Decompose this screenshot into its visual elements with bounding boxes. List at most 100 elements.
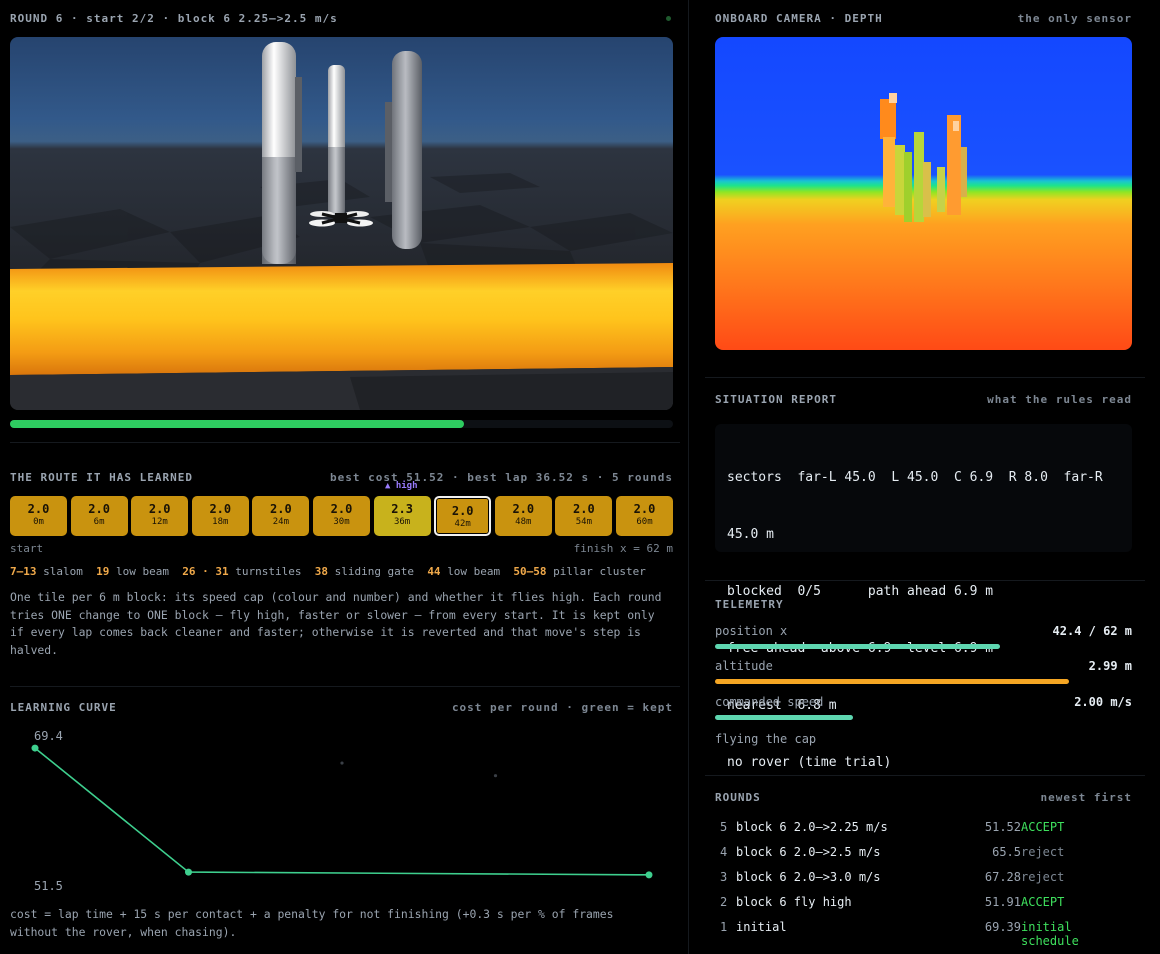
position-value: 42.4 / 62 m: [1052, 624, 1132, 638]
description-line: One tile per 6 m block: its speed cap (c…: [10, 590, 662, 604]
route-stats: best cost 51.52 · best lap 36.52 s · 5 r…: [329, 471, 673, 484]
tile-distance: 54m: [575, 517, 593, 527]
round-change: block 6 2.0–>2.25 m/s: [736, 820, 888, 834]
round-result: reject: [1021, 870, 1065, 884]
flight-status: flying the cap: [715, 732, 817, 746]
status-dot: [666, 16, 671, 21]
obstacle-range: 38: [314, 565, 328, 578]
round-number: 3: [720, 870, 728, 884]
tile-speed: 2.0: [633, 502, 656, 516]
obstacle-name: low beam: [447, 565, 501, 578]
tile-speed: 2.0: [270, 502, 292, 516]
position-bar: [715, 644, 1001, 649]
situation-report: sectors far-L 45.0 L 45.0 C 6.9 R 8.0 fa…: [715, 424, 1132, 770]
rounds-subtitle: newest first: [1040, 791, 1132, 804]
tile-distance: 6m: [93, 517, 105, 527]
tile-distance: 30m: [333, 517, 350, 527]
depth-render: [880, 93, 967, 222]
round-cost: 69.39: [984, 920, 1021, 934]
route-tile[interactable]: 2.0 42m: [434, 496, 492, 536]
route-tiles: 2.0 0m 2.0 6m 2.0 12m 2.0 18m 2.0 24m 2.0 30m 2.3 36m…: [10, 496, 673, 536]
round-row[interactable]: 2 block 6 fly high 51.91 ACCEPT: [715, 895, 1132, 915]
route-tile[interactable]: 2.0 0m: [10, 496, 67, 536]
tile-speed: 2.0: [330, 502, 353, 516]
obstacle-name: slalom: [43, 565, 83, 578]
tile-distance: 48m: [515, 517, 532, 527]
simulation-view[interactable]: [10, 37, 673, 410]
obstacle-name: pillar cluster: [553, 565, 646, 578]
tile-speed: 2.3: [391, 502, 413, 516]
tile-speed: 2.0: [88, 502, 110, 516]
obstacle-name: sliding gate: [334, 565, 415, 578]
round-row[interactable]: 3 block 6 2.0–>3.0 m/s 67.28 reject: [715, 870, 1132, 890]
route-tile[interactable]: 2.0 12m: [131, 496, 189, 536]
round-number: 5: [720, 820, 728, 834]
obstacle-legend: 7–13 slalom 19 low beam 26 · 31 turnstil…: [10, 565, 646, 578]
kept-point: [645, 871, 653, 879]
camera-title: ONBOARD CAMERA · DEPTH: [715, 12, 883, 25]
curve-footer: cost = lap time + 15 s per contact + a p…: [10, 906, 680, 941]
obstacle-range: 50–58: [513, 565, 547, 578]
description-line: tries ONE change to ONE block — fly high…: [10, 607, 655, 622]
route-tile[interactable]: 2.0 48m: [494, 496, 552, 536]
route-description: One tile per 6 m block: its speed cap (c…: [10, 589, 680, 659]
learning-curve-chart: [31, 744, 653, 879]
round-row[interactable]: 4 block 6 2.0–>2.5 m/s 65.5 reject: [715, 845, 1132, 865]
obstacle-range: 44: [427, 565, 441, 578]
footer-line: without the rover, when chasing).: [10, 924, 237, 939]
tile-speed: 2.0: [148, 502, 171, 516]
speed-bar: [715, 715, 853, 720]
round-cost: 67.28: [984, 870, 1021, 884]
route-tile[interactable]: 2.0 6m: [70, 496, 128, 536]
tile-speed: 2.0: [27, 502, 50, 516]
round-row[interactable]: 1 initial 69.39 initial schedule: [715, 920, 1132, 948]
obstacle-range: 26 · 31: [182, 565, 229, 578]
round-row[interactable]: 5 block 6 2.0–>2.25 m/s 51.52 ACCEPT: [715, 820, 1132, 840]
round-cost: 51.91: [984, 895, 1021, 909]
speed-value: 2.00 m/s: [1074, 695, 1132, 709]
high-tag: ▲ high: [385, 481, 418, 491]
kept-point: [31, 744, 39, 752]
situation-line: 45.0 m: [727, 527, 774, 542]
lap-progress-fill: [10, 420, 465, 428]
tile-distance: 24m: [272, 517, 290, 527]
obstacle-range: 7–13: [10, 565, 37, 578]
curve-subtitle: cost per round · green = kept: [451, 701, 673, 714]
description-line: if every lap comes back cleaner and fast…: [10, 625, 641, 639]
round-result: reject: [1021, 845, 1065, 859]
route-tile[interactable]: 2.0 54m: [555, 496, 613, 536]
tile-distance: 42m: [454, 519, 471, 529]
rounds-title: ROUNDS: [715, 791, 761, 804]
altitude-bar: [715, 679, 1070, 684]
tile-distance: 36m: [393, 517, 411, 527]
round-number: 1: [720, 920, 728, 934]
route-tile[interactable]: 2.0 30m: [313, 496, 370, 536]
footer-line: cost = lap time + 15 s per contact + a p…: [10, 907, 614, 921]
route-tile[interactable]: 2.0 18m: [191, 496, 249, 536]
route-tile[interactable]: 2.0 24m: [252, 496, 310, 536]
position-label: position x: [715, 624, 788, 638]
rejected-point: [340, 761, 344, 765]
rejected-point: [493, 774, 498, 778]
round-result: ACCEPT: [1021, 895, 1065, 909]
route-title: THE ROUTE IT HAS LEARNED: [10, 471, 193, 484]
round-change: block 6 2.0–>2.5 m/s: [736, 845, 881, 859]
route-tile[interactable]: 2.3 36m: [373, 496, 431, 536]
situation-title: SITUATION REPORT: [715, 393, 837, 406]
kept-cost-line: [34, 747, 650, 876]
route-finish-label: finish x = 62 m: [573, 542, 673, 555]
situation-subtitle: what the rules read: [987, 393, 1132, 406]
depth-camera-view: [715, 37, 1132, 350]
pillar-right: [392, 51, 422, 249]
route-tile[interactable]: 2.0 60m: [616, 496, 673, 536]
tile-speed: 2.0: [573, 502, 595, 516]
tile-distance: 18m: [212, 517, 229, 527]
round-change: block 6 fly high: [736, 895, 852, 909]
round-number: 2: [720, 895, 728, 909]
low-beam: [10, 263, 673, 375]
obstacle-range: 19: [96, 565, 110, 578]
tile-speed: 2.0: [512, 502, 535, 516]
sim-title: ROUND 6 · start 2/2 · block 6 2.25–>2.5 …: [10, 12, 338, 25]
altitude-value: 2.99 m: [1088, 659, 1132, 673]
tile-distance: 12m: [151, 517, 168, 527]
